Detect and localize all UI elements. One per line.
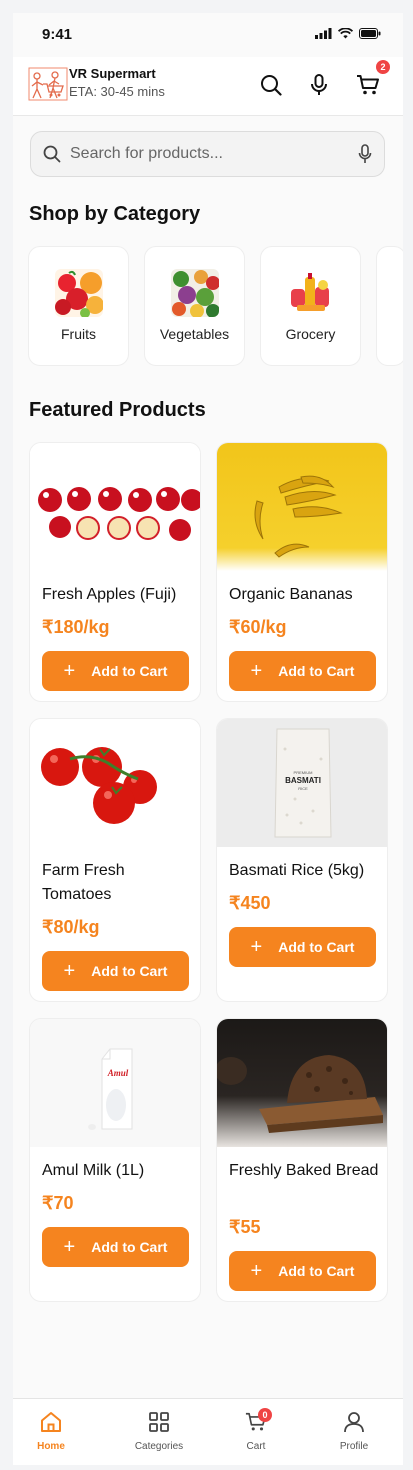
cart-button[interactable] [354,71,382,99]
status-icons [315,28,381,39]
plus-icon: + [250,936,263,958]
signal-icon [315,28,332,39]
grid-icon [149,1412,169,1432]
category-card-vegetables[interactable]: Vegetables [144,246,245,366]
cart-icon [357,75,379,95]
home-icon [41,1412,61,1432]
product-name: Amul Milk (1L) [42,1162,145,1179]
rice-pack-label-3: RICE [298,786,308,791]
nav-label: Profile [339,1441,369,1452]
product-card[interactable]: Amul Amul Milk (1L) ₹70 + Add to Cart [29,1018,201,1302]
add-to-cart-label: Add to Cart [91,1239,168,1255]
plus-icon: + [250,660,263,682]
wifi-icon [338,28,353,39]
add-to-cart-button[interactable]: + Add to Cart [42,651,189,691]
battery-icon [359,28,381,39]
product-name: Fresh Apples (Fuji) [42,586,177,603]
nav-categories[interactable]: Categories [119,1411,199,1452]
add-to-cart-label: Add to Cart [278,939,355,955]
product-price: ₹70 [42,1193,74,1213]
category-card-grocery[interactable]: Grocery [260,246,361,366]
nav-label: Home [37,1441,65,1452]
rice-pack-label-2: BASMATI [285,776,321,785]
add-to-cart-button[interactable]: + Add to Cart [229,1251,376,1291]
milk-carton-image: Amul [30,1019,200,1147]
tomatoes-image [30,719,200,847]
microphone-icon [311,74,327,95]
search-icon [43,145,61,163]
product-name: Organic Bananas [229,586,353,603]
nav-cart[interactable]: Cart [216,1411,296,1452]
rice-pack-label-1: PREMIUM [294,770,313,775]
bottom-navigation: Home Categories Cart Profile [13,1398,403,1465]
product-price: ₹450 [229,893,271,913]
nav-profile[interactable]: Profile [314,1411,394,1452]
category-card-more[interactable] [376,246,403,366]
product-card[interactable]: Freshly Baked Bread ₹55 + Add to Cart [216,1018,388,1302]
product-name: Farm Fresh Tomatoes [42,862,125,903]
apples-image [30,443,200,571]
add-to-cart-label: Add to Cart [278,663,355,679]
product-card[interactable]: Fresh Apples (Fuji) ₹180/kg + Add to Car… [29,442,201,702]
user-icon [344,1412,364,1433]
fruits-image [55,269,103,317]
app-screen: 9:41 VR Supermart ETA: 30-45 mins 2 Sear… [13,13,403,1465]
product-card[interactable]: Farm Fresh Tomatoes ₹80/kg + Add to Cart [29,718,201,1002]
add-to-cart-label: Add to Cart [91,663,168,679]
category-label: Vegetables [159,326,230,342]
product-card[interactable]: PREMIUM BASMATI RICE Basmati Rice (5kg) … [216,718,388,1002]
product-name: Basmati Rice (5kg) [229,862,365,879]
add-to-cart-button[interactable]: + Add to Cart [229,651,376,691]
add-to-cart-button[interactable]: + Add to Cart [42,1227,189,1267]
plus-icon: + [63,1236,76,1258]
bread-image [217,1019,387,1147]
add-to-cart-label: Add to Cart [278,1263,355,1279]
nav-label: Categories [134,1441,184,1452]
categories-heading: Shop by Category [29,203,201,225]
rice-bag-image: PREMIUM BASMATI RICE [217,719,387,847]
add-to-cart-button[interactable]: + Add to Cart [229,927,376,967]
milk-brand-text: Amul [107,1068,129,1078]
nav-label: Cart [246,1441,266,1452]
plus-icon: + [63,960,76,982]
voice-button[interactable] [305,71,333,99]
category-card-fruits[interactable]: Fruits [28,246,129,366]
category-label: Fruits [61,326,96,342]
product-price: ₹55 [229,1217,261,1237]
search-icon [261,75,282,96]
store-logo [28,67,68,101]
status-time: 9:41 [42,26,73,43]
vegetables-image [171,269,219,317]
search-input[interactable]: Search for products... [70,145,223,163]
search-bar[interactable]: Search for products... [30,131,385,177]
product-card[interactable]: Organic Bananas ₹60/kg + Add to Cart [216,442,388,702]
product-price: ₹60/kg [229,617,287,637]
featured-heading: Featured Products [29,399,206,421]
product-price: ₹180/kg [42,617,110,637]
nav-home[interactable]: Home [13,1411,91,1452]
plus-icon: + [250,1260,263,1282]
add-to-cart-button[interactable]: + Add to Cart [42,951,189,991]
product-name: Freshly Baked Bread [229,1162,379,1179]
delivery-eta: ETA: 30-45 mins [69,84,165,99]
status-bar: 9:41 [13,13,403,57]
category-label: Grocery [285,326,336,342]
microphone-icon[interactable] [358,144,372,164]
search-button[interactable] [257,71,285,99]
app-header: VR Supermart ETA: 30-45 mins [13,57,403,116]
product-price: ₹80/kg [42,917,100,937]
store-name: VR Supermart [69,66,156,81]
nav-cart-badge: 0 [258,1408,272,1422]
cart-count-badge: 2 [376,60,390,74]
add-to-cart-label: Add to Cart [91,963,168,979]
plus-icon: + [63,660,76,682]
bananas-image [217,443,387,571]
grocery-image [287,269,335,317]
